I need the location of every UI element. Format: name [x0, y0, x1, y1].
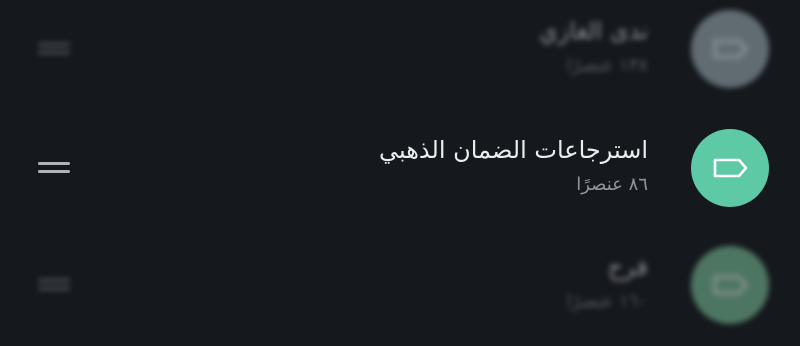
drag-handle-icon[interactable]	[38, 42, 70, 56]
labels-list: ندى الغازي ١٣٨ عنصرًا استرجاعات الضمان ا…	[0, 0, 800, 346]
list-item-title: فرح	[607, 253, 648, 281]
drag-handle-icon[interactable]	[38, 161, 70, 175]
list-item-count: ٨٦ عنصرًا	[576, 174, 648, 195]
list-item-title: استرجاعات الضمان الذهبي	[379, 136, 648, 164]
tag-icon	[713, 275, 748, 295]
drag-handle-icon[interactable]	[38, 278, 70, 292]
label-avatar	[691, 246, 769, 324]
list-item-text: ندى الغازي ١٣٨ عنصرًا	[228, 14, 648, 80]
label-avatar	[691, 129, 769, 207]
list-item[interactable]: استرجاعات الضمان الذهبي ٨٦ عنصرًا	[0, 109, 800, 227]
list-item-title: ندى الغازي	[539, 17, 648, 45]
list-item-count: ١٣٨ عنصرًا	[566, 55, 648, 76]
label-avatar	[691, 10, 769, 88]
list-item-count: ١٦٠ عنصرًا	[566, 291, 648, 312]
tag-icon	[713, 158, 748, 178]
tag-icon	[713, 39, 748, 59]
list-item[interactable]: فرح ١٦٠ عنصرًا	[0, 226, 800, 344]
list-item-text: استرجاعات الضمان الذهبي ٨٦ عنصرًا	[228, 133, 648, 199]
list-item-text: فرح ١٦٠ عنصرًا	[228, 250, 648, 316]
list-item[interactable]: ندى الغازي ١٣٨ عنصرًا	[0, 0, 800, 108]
